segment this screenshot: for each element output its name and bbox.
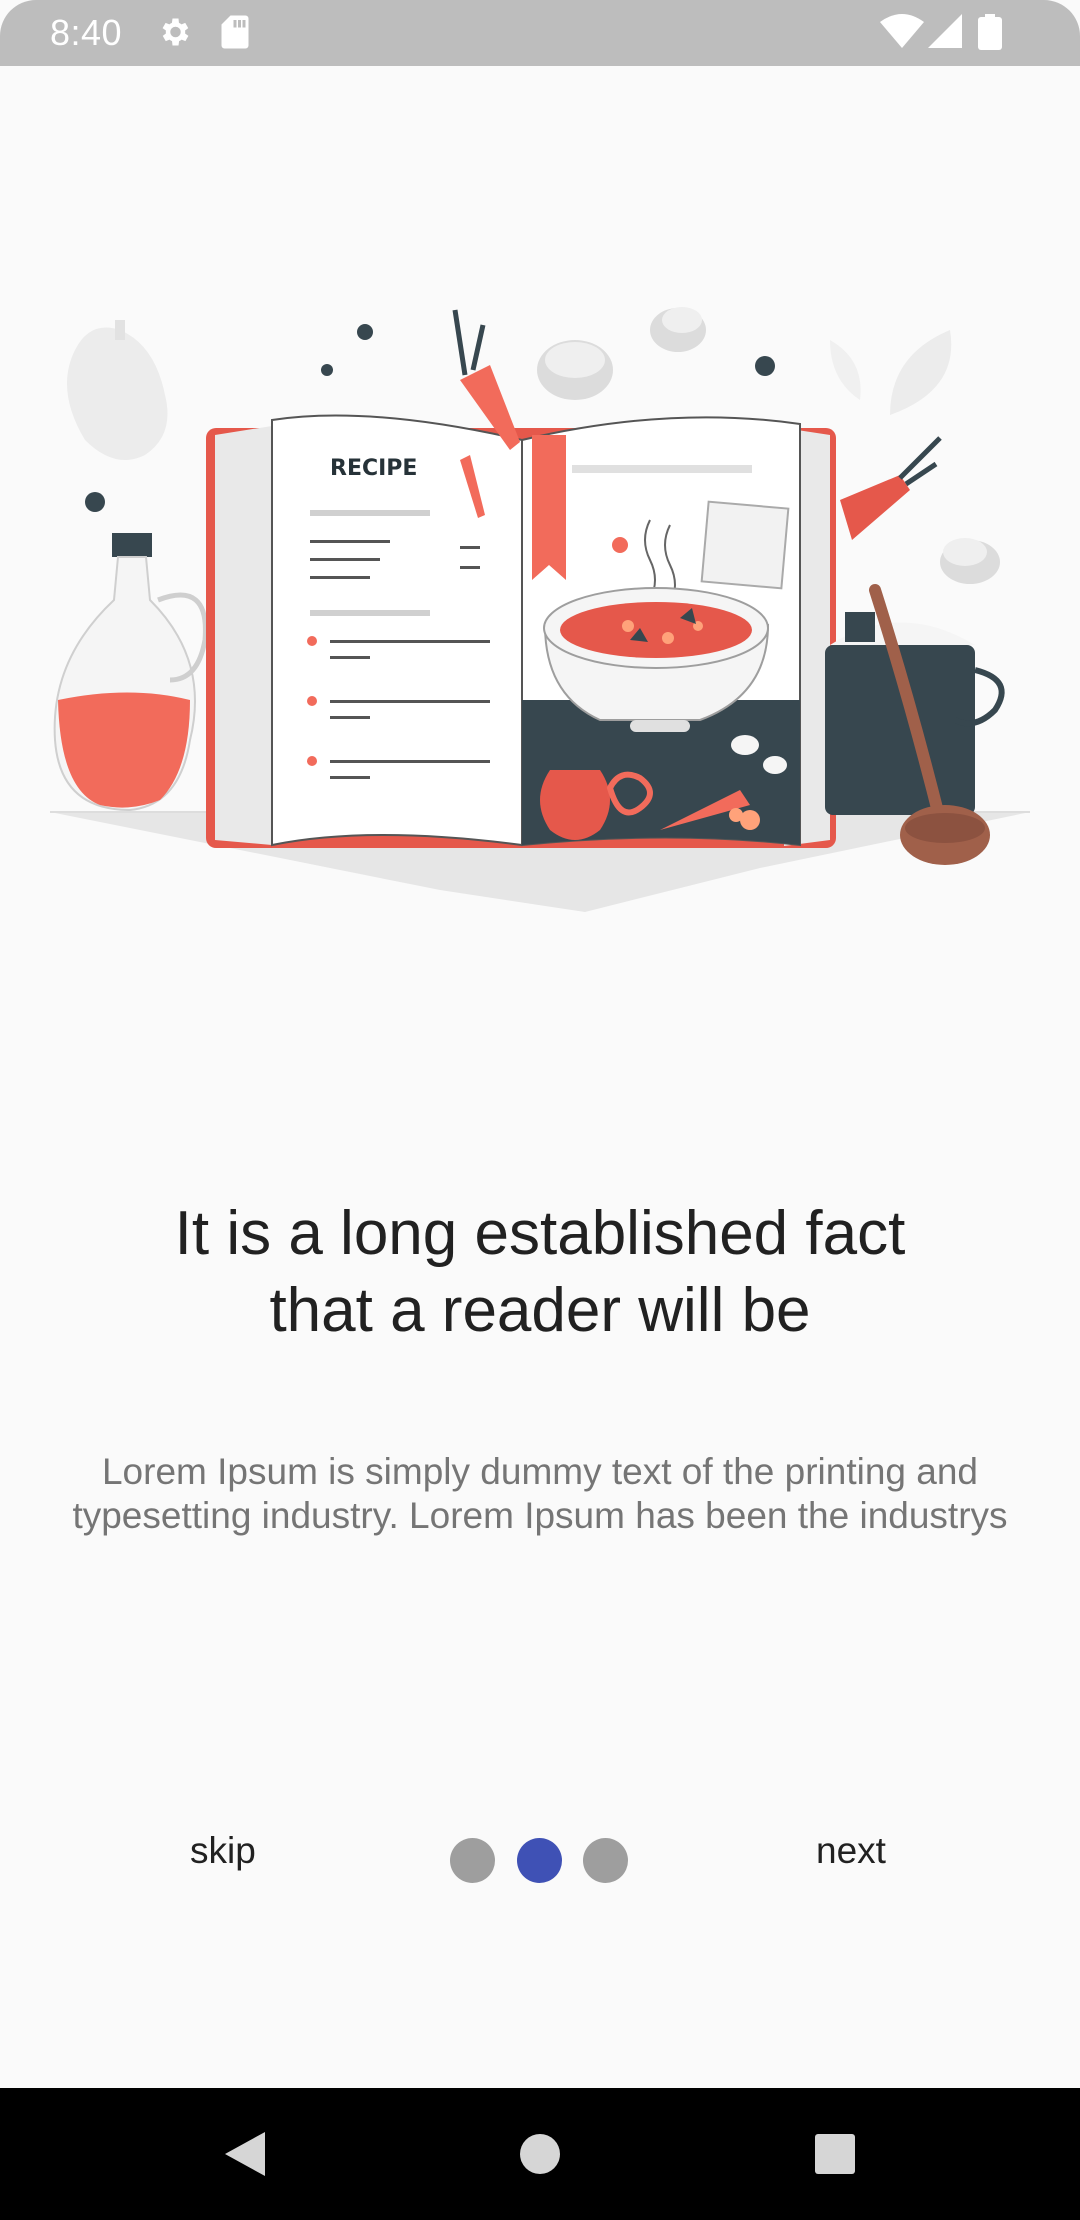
recents-icon — [815, 2134, 855, 2174]
onboarding-description: Lorem Ipsum is simply dummy text of the … — [40, 1450, 1040, 1538]
skip-button[interactable]: skip — [190, 1830, 256, 1872]
home-icon — [520, 2134, 560, 2174]
page-dot-2-active[interactable] — [517, 1838, 562, 1883]
book-recipe-label: RECIPE — [330, 456, 417, 481]
recipe-book-illustration: RECIPE — [50, 307, 1030, 912]
wifi-icon — [880, 14, 924, 48]
settings-icon — [162, 18, 189, 46]
home-button[interactable] — [480, 2088, 600, 2220]
sd-card-icon — [221, 15, 249, 49]
description-line-2: typesetting industry. Lorem Ipsum has be… — [72, 1495, 1008, 1536]
page-dot-3[interactable] — [583, 1838, 628, 1883]
title-line-2: that a reader will be — [269, 1276, 811, 1345]
back-button[interactable] — [185, 2088, 305, 2220]
title-line-1: It is a long established fact — [174, 1199, 906, 1268]
page-dot-1[interactable] — [450, 1838, 495, 1883]
next-button[interactable]: next — [816, 1830, 886, 1872]
system-nav-bar — [0, 2088, 1080, 2220]
signal-icon — [928, 14, 962, 48]
status-bar: 8:40 — [0, 0, 1080, 66]
onboarding-screen: 8:40 RECIPE It is a long established fac… — [0, 0, 1080, 2220]
recents-button[interactable] — [775, 2088, 895, 2220]
onboarding-title: It is a long established fact that a rea… — [60, 1195, 1020, 1349]
description-line-1: Lorem Ipsum is simply dummy text of the … — [101, 1451, 979, 1492]
page-indicator — [450, 1838, 630, 1884]
status-time: 8:40 — [50, 12, 123, 53]
back-icon — [225, 2132, 265, 2176]
battery-icon — [978, 14, 1002, 50]
